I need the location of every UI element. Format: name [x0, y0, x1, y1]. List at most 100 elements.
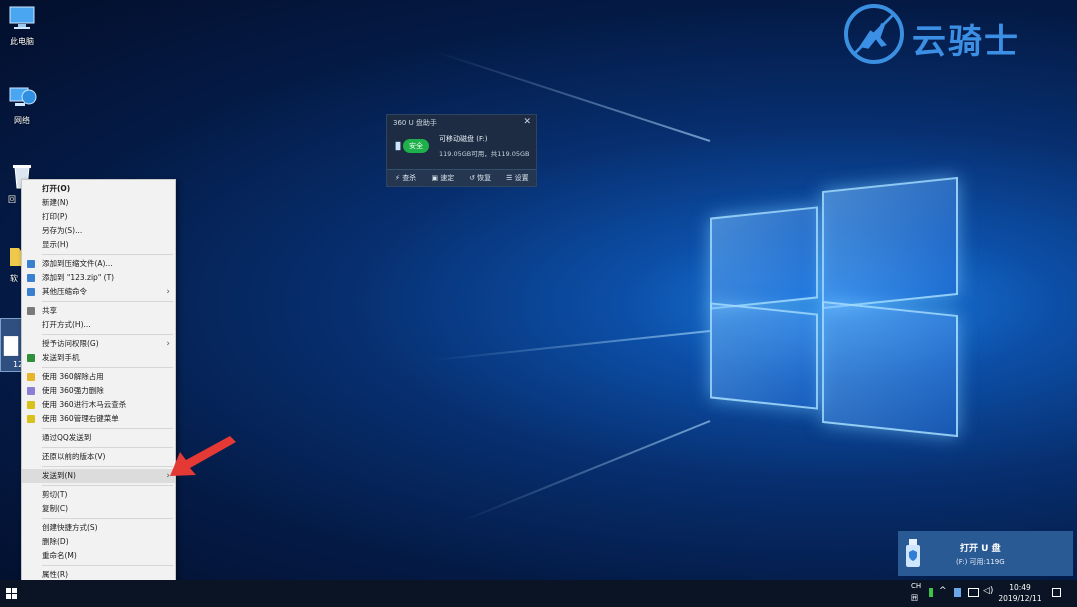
desktop-icon-network[interactable]: 网络: [0, 84, 44, 126]
chevron-right-icon: ›: [166, 471, 170, 481]
open-usb-panel[interactable]: 打开 U 盘 (F:) 可用:119G: [898, 531, 1073, 576]
menu-item[interactable]: 共享: [22, 304, 175, 318]
open-usb-title: 打开 U 盘: [960, 544, 1001, 554]
menu-item[interactable]: 授予访问权限(G) ›: [22, 337, 175, 351]
u360-popup: 360 U 盘助手 ✕ 安全 可移动磁盘 (F:) 119.05GB可用，共11…: [386, 114, 537, 187]
menu-item[interactable]: 剪切(T): [22, 488, 175, 502]
menu-item[interactable]: 发送到手机: [22, 351, 175, 365]
menu-item-icon: [27, 288, 35, 296]
chevron-right-icon: ›: [166, 287, 170, 297]
context-menu: 打开(O) 新建(N) 打印(P) 另存为(S)... 显示(H) 添加到压缩文件(A).…: [21, 179, 176, 583]
menu-separator: [42, 447, 173, 448]
menu-item-label: 通过QQ发送到: [42, 433, 92, 442]
menu-item-icon: [27, 401, 35, 409]
menu-item-label: 使用 360解除占用: [42, 372, 104, 381]
menu-item-label: 重命名(M): [42, 551, 77, 560]
menu-separator: [42, 254, 173, 255]
start-button[interactable]: [6, 588, 17, 599]
menu-separator: [42, 466, 173, 467]
menu-item[interactable]: 重命名(M): [22, 549, 175, 563]
desktop-icon-label: 此电脑: [10, 37, 34, 46]
menu-separator: [42, 301, 173, 302]
chevron-up-icon[interactable]: ^: [939, 586, 947, 596]
knight-logo-icon: [844, 4, 904, 64]
desktop-icon-label: 网络: [14, 116, 30, 125]
menu-item[interactable]: 使用 360进行木马云查杀: [22, 398, 175, 412]
menu-item-label: 复制(C): [42, 504, 69, 513]
menu-item-icon: [27, 415, 35, 423]
computer-icon: [9, 6, 35, 29]
u360-action-bar: ⚡ 查杀 ▣ 速定 ↺ 恢复 ☰ 设置: [387, 169, 536, 186]
menu-item-label: 剪切(T): [42, 490, 68, 499]
menu-item[interactable]: 打开方式(H)...: [22, 318, 175, 332]
chevron-right-icon: ›: [166, 339, 170, 349]
menu-item-label: 新建(N): [42, 198, 69, 207]
menu-item[interactable]: 另存为(S)...: [22, 224, 175, 238]
u360-capacity: 119.05GB可用，共119.05GB: [439, 150, 530, 158]
menu-item-label: 显示(H): [42, 240, 69, 249]
ime-indicator[interactable]: CH 囲: [908, 580, 924, 607]
settings-label: 设置: [514, 174, 529, 182]
menu-item[interactable]: 创建快捷方式(S): [22, 521, 175, 535]
monitor-icon[interactable]: [968, 588, 979, 597]
menu-item-icon: [27, 354, 35, 362]
menu-item[interactable]: 使用 360解除占用: [22, 370, 175, 384]
menu-item-label: 使用 360管理右键菜单: [42, 414, 119, 423]
brand-name: 云骑士: [912, 22, 1020, 62]
menu-item-label: 打开(O): [42, 184, 71, 193]
menu-item[interactable]: 使用 360管理右键菜单: [22, 412, 175, 426]
menu-item-label: 其他压缩命令: [42, 287, 87, 296]
u360-drive-label: 可移动磁盘 (F:): [439, 135, 488, 143]
menu-item[interactable]: 使用 360强力删除: [22, 384, 175, 398]
usb-tray-icon[interactable]: [954, 588, 961, 597]
ime-mode: 囲: [911, 594, 918, 602]
menu-item-label: 发送到(N): [42, 471, 76, 480]
u360-title: 360 U 盘助手: [393, 119, 437, 127]
menu-item-label: 打印(P): [42, 212, 68, 221]
menu-item-label: 还原以前的版本(V): [42, 452, 106, 461]
menu-item[interactable]: 新建(N): [22, 196, 175, 210]
menu-item-icon: [27, 307, 35, 315]
menu-item[interactable]: 显示(H): [22, 238, 175, 252]
menu-item-label: 共享: [42, 306, 57, 315]
scan-label: 查杀: [402, 174, 417, 182]
menu-item[interactable]: 添加到压缩文件(A)...: [22, 257, 175, 271]
menu-separator: [42, 428, 173, 429]
menu-item-label: 属性(R): [42, 570, 69, 579]
volume-icon[interactable]: ◁): [983, 586, 993, 596]
restore-button[interactable]: ↺ 恢复: [462, 170, 499, 186]
desktop-icon-this-pc[interactable]: 此电脑: [0, 5, 44, 47]
usb-drive-icon: [395, 141, 401, 151]
menu-separator: [42, 565, 173, 566]
menu-item[interactable]: 打印(P): [22, 210, 175, 224]
settings-button[interactable]: ☰ 设置: [499, 170, 536, 186]
scan-button[interactable]: ⚡ 查杀: [387, 170, 424, 186]
clock-time: 10:49: [1009, 583, 1031, 592]
menu-item[interactable]: 打开(O): [22, 182, 175, 196]
lock-label: 速定: [440, 174, 455, 182]
menu-item-label: 添加到压缩文件(A)...: [42, 259, 113, 268]
menu-item-label: 另存为(S)...: [42, 226, 83, 235]
menu-separator: [42, 367, 173, 368]
menu-item[interactable]: 发送到(N) ›: [22, 469, 175, 483]
menu-item[interactable]: 其他压缩命令 ›: [22, 285, 175, 299]
notification-icon[interactable]: [1052, 588, 1061, 597]
menu-item[interactable]: 复制(C): [22, 502, 175, 516]
menu-item-icon: [27, 387, 35, 395]
taskbar: CH 囲 ^ ◁) 10:49 2019/12/11: [0, 580, 1077, 607]
u360-close-button[interactable]: ✕: [523, 117, 531, 127]
lock-button[interactable]: ▣ 速定: [424, 170, 461, 186]
menu-item[interactable]: 还原以前的版本(V): [22, 450, 175, 464]
menu-item[interactable]: 添加到 "123.zip" (T): [22, 271, 175, 285]
menu-item-label: 使用 360强力删除: [42, 386, 104, 395]
open-usb-subtitle: (F:) 可用:119G: [956, 558, 1005, 566]
network-icon: [9, 87, 37, 106]
battery-icon[interactable]: [929, 588, 933, 597]
restore-label: 恢复: [477, 174, 492, 182]
menu-item[interactable]: 删除(D): [22, 535, 175, 549]
menu-item[interactable]: 通过QQ发送到: [22, 431, 175, 445]
clock-date: 2019/12/11: [998, 594, 1042, 603]
usb-shield-icon: [906, 539, 920, 567]
clock[interactable]: 10:49 2019/12/11: [995, 582, 1045, 604]
ime-lang: CH: [911, 582, 922, 590]
